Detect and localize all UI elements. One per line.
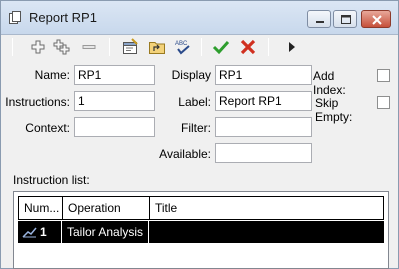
row-num: 1 bbox=[40, 225, 47, 239]
name-field[interactable]: RP1 bbox=[74, 65, 155, 85]
instruction-list-caption: Instruction list: bbox=[13, 173, 90, 187]
maximize-icon bbox=[341, 15, 351, 24]
context-label: Context: bbox=[25, 121, 70, 135]
toolbar-separator bbox=[201, 38, 202, 56]
minimize-button[interactable] bbox=[307, 10, 331, 28]
title-field[interactable]: Report RP1 bbox=[215, 91, 312, 111]
properties-icon[interactable] bbox=[121, 38, 139, 56]
instructions-field[interactable]: 1 bbox=[74, 91, 155, 111]
column-header-operation[interactable]: Operation bbox=[63, 197, 150, 219]
add-icon[interactable] bbox=[29, 38, 47, 56]
available-field[interactable] bbox=[215, 143, 312, 163]
analysis-icon bbox=[22, 227, 37, 238]
toolbar: ABC bbox=[2, 36, 398, 58]
toolbar-separator bbox=[268, 38, 269, 56]
toolbar-separator bbox=[12, 38, 13, 56]
add-index-checkbox[interactable] bbox=[377, 69, 390, 82]
add-index-label: Add Index: bbox=[313, 69, 346, 97]
toolbar-separator bbox=[109, 38, 110, 56]
report-icon bbox=[9, 11, 21, 24]
title-bar[interactable]: Report RP1 bbox=[1, 1, 398, 35]
filter-field[interactable] bbox=[215, 117, 312, 137]
close-button[interactable] bbox=[361, 10, 391, 28]
column-header-title[interactable]: Title bbox=[150, 197, 383, 219]
list-header: Num... Operation Title bbox=[18, 196, 384, 220]
display-label: Display bbox=[171, 68, 211, 82]
minimize-icon bbox=[316, 21, 324, 23]
add-multiple-icon[interactable] bbox=[53, 38, 71, 56]
context-field[interactable] bbox=[74, 117, 155, 137]
close-icon bbox=[372, 15, 382, 25]
row-title-cell bbox=[149, 221, 384, 243]
spellcheck-icon[interactable]: ABC bbox=[174, 38, 192, 56]
name-label: Name: bbox=[34, 68, 70, 82]
folder-up-icon[interactable] bbox=[148, 38, 166, 56]
accept-icon[interactable] bbox=[212, 38, 230, 56]
skip-empty-checkbox[interactable] bbox=[377, 96, 390, 109]
row-operation-cell: Tailor Analysis bbox=[62, 221, 149, 243]
filter-label: Filter: bbox=[181, 121, 211, 135]
cancel-icon[interactable] bbox=[239, 38, 257, 56]
display-field[interactable]: RP1 bbox=[215, 65, 312, 85]
instructions-label: Instructions: bbox=[5, 95, 70, 109]
play-icon[interactable] bbox=[283, 38, 301, 56]
row-num-cell: 1 bbox=[18, 221, 62, 243]
title-label: Label: bbox=[178, 95, 211, 109]
remove-icon[interactable] bbox=[80, 38, 98, 56]
table-row[interactable]: 1 Tailor Analysis bbox=[18, 221, 384, 243]
skip-empty-label: Skip Empty: bbox=[315, 96, 353, 124]
svg-text:ABC: ABC bbox=[175, 41, 188, 47]
window-title: Report RP1 bbox=[29, 10, 97, 25]
available-label: Available: bbox=[159, 147, 211, 161]
report-window: Report RP1 ABC Name: RP1 Instructions: 1… bbox=[0, 0, 399, 269]
column-header-num[interactable]: Num... bbox=[19, 197, 63, 219]
maximize-button[interactable] bbox=[333, 10, 357, 28]
instruction-list[interactable]: Num... Operation Title 1 Tailor Analysis bbox=[13, 191, 389, 269]
